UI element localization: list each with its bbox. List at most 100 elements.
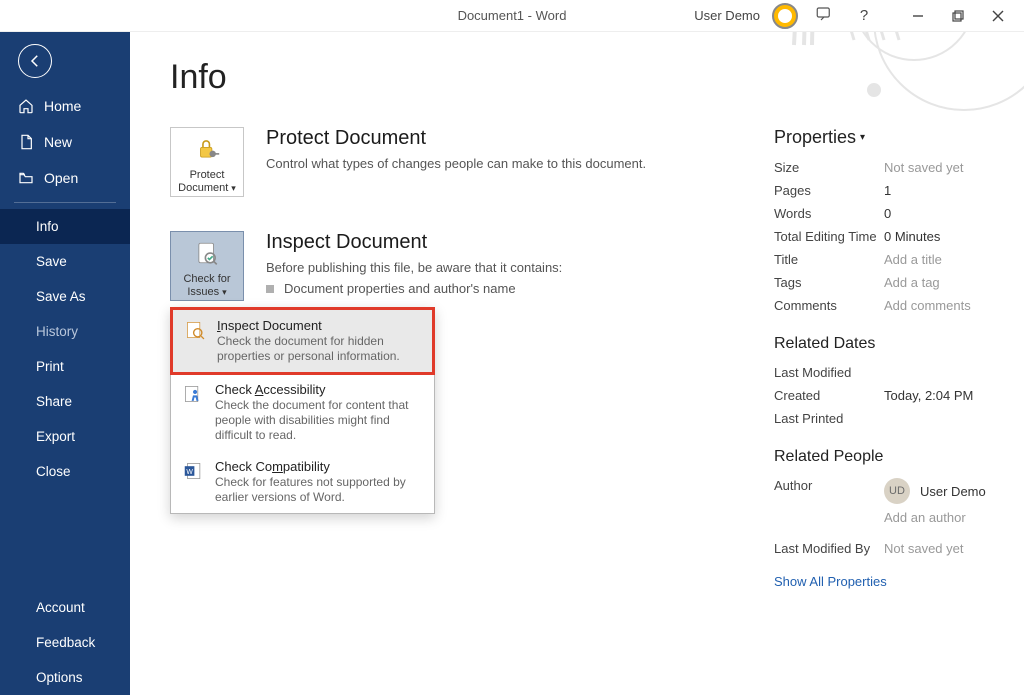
related-people-header: Related People: [774, 448, 1024, 466]
author-initials-badge: UD: [884, 478, 910, 504]
prop-value-editable[interactable]: Add comments: [884, 298, 971, 313]
protect-document-button[interactable]: Protect Document▾: [170, 127, 244, 197]
prop-value: 0 Minutes: [884, 229, 940, 244]
prop-value: Not saved yet: [884, 541, 964, 556]
prop-label: Total Editing Time: [774, 229, 884, 244]
sidebar-item-account[interactable]: Account: [0, 590, 130, 625]
prop-value: 0: [884, 206, 891, 221]
sidebar-item-label: Info: [36, 219, 59, 234]
help-icon[interactable]: ?: [850, 7, 878, 24]
backstage-sidebar: Home New Open Info Save Save As History …: [0, 32, 130, 695]
sidebar-item-feedback[interactable]: Feedback: [0, 625, 130, 660]
sidebar-item-label: Account: [36, 600, 85, 615]
tile-label: Protect Document: [178, 169, 228, 193]
sidebar-item-label: History: [36, 324, 78, 339]
chevron-down-icon: ▾: [222, 287, 227, 297]
menu-check-accessibility[interactable]: Check Accessibility Check the document f…: [171, 374, 434, 451]
user-avatar[interactable]: [772, 3, 798, 29]
sidebar-item-share[interactable]: Share: [0, 384, 130, 419]
sidebar-item-export[interactable]: Export: [0, 419, 130, 454]
prop-value-editable[interactable]: Add a title: [884, 252, 942, 267]
inspect-heading: Inspect Document: [266, 231, 730, 254]
inspect-bullet: Document properties and author's name: [266, 281, 730, 296]
sidebar-item-options[interactable]: Options: [0, 660, 130, 695]
feedback-icon[interactable]: [810, 5, 838, 26]
close-button[interactable]: [978, 2, 1018, 30]
word-doc-icon: W: [181, 459, 205, 483]
home-icon: [18, 98, 34, 114]
inspect-icon: [194, 240, 220, 269]
sidebar-item-label: Options: [36, 670, 83, 685]
svg-text:W: W: [186, 469, 193, 476]
bullet-text: Document properties and author's name: [284, 281, 516, 296]
menu-sub: Check for features not supported by earl…: [215, 475, 424, 505]
inspect-desc: Before publishing this file, be aware th…: [266, 260, 730, 275]
sidebar-item-history: History: [0, 314, 130, 349]
sidebar-item-home[interactable]: Home: [0, 88, 130, 124]
properties-header[interactable]: Properties ▾: [774, 127, 1024, 148]
related-dates-header: Related Dates: [774, 335, 1024, 353]
restore-button[interactable]: [938, 2, 978, 30]
sidebar-item-save[interactable]: Save: [0, 244, 130, 279]
sidebar-item-label: Save: [36, 254, 67, 269]
prop-label: Title: [774, 252, 884, 267]
minimize-button[interactable]: [898, 2, 938, 30]
sidebar-item-info[interactable]: Info: [0, 209, 130, 244]
sidebar-item-label: Share: [36, 394, 72, 409]
prop-label: Words: [774, 206, 884, 221]
prop-label: Pages: [774, 183, 884, 198]
chevron-down-icon: ▾: [231, 183, 236, 193]
prop-value: Today, 2:04 PM: [884, 388, 973, 403]
divider: [14, 202, 116, 203]
sidebar-item-label: Feedback: [36, 635, 95, 650]
menu-sub: Check the document for hidden properties…: [217, 334, 422, 364]
prop-label: Tags: [774, 275, 884, 290]
sidebar-item-label: Home: [44, 98, 81, 114]
sidebar-item-print[interactable]: Print: [0, 349, 130, 384]
sidebar-item-new[interactable]: New: [0, 124, 130, 160]
inspect-doc-icon: [183, 318, 207, 342]
menu-inspect-document[interactable]: Inspect Document Check the document for …: [170, 307, 435, 375]
prop-label: Last Printed: [774, 411, 884, 426]
new-doc-icon: [18, 134, 34, 150]
author-label: Author: [774, 478, 884, 525]
sidebar-item-label: Close: [36, 464, 71, 479]
show-all-properties-link[interactable]: Show All Properties: [774, 574, 1024, 589]
lock-key-icon: [193, 136, 221, 165]
accessibility-icon: [181, 382, 205, 406]
bullet-icon: [266, 285, 274, 293]
protect-desc: Control what types of changes people can…: [266, 156, 730, 171]
sidebar-item-open[interactable]: Open: [0, 160, 130, 196]
sidebar-item-save-as[interactable]: Save As: [0, 279, 130, 314]
titlebar: Document1 - Word User Demo ?: [0, 0, 1024, 32]
protect-heading: Protect Document: [266, 127, 730, 150]
properties-panel: Properties ▾ SizeNot saved yet Pages1 Wo…: [774, 127, 1024, 589]
prop-label: Created: [774, 388, 884, 403]
add-author[interactable]: Add an author: [884, 510, 986, 525]
inspect-document-section: Check for Issues▾ Inspect Document Befor…: [170, 231, 730, 301]
back-button[interactable]: [18, 44, 52, 78]
prop-value-editable[interactable]: Add a tag: [884, 275, 940, 290]
check-for-issues-button[interactable]: Check for Issues▾: [170, 231, 244, 301]
menu-sub: Check the document for content that peop…: [215, 398, 424, 443]
sidebar-item-label: Open: [44, 170, 78, 186]
folder-open-icon: [18, 170, 34, 186]
check-issues-menu: Inspect Document Check the document for …: [170, 307, 435, 514]
sidebar-item-label: Export: [36, 429, 75, 444]
chevron-down-icon: ▾: [860, 132, 865, 143]
sidebar-item-close[interactable]: Close: [0, 454, 130, 489]
prop-label: Last Modified: [774, 365, 884, 380]
prop-label: Size: [774, 160, 884, 175]
prop-label: Comments: [774, 298, 884, 313]
prop-value: 1: [884, 183, 891, 198]
author-name: User Demo: [920, 484, 986, 499]
prop-label: Last Modified By: [774, 541, 884, 556]
protect-document-section: Protect Document▾ Protect Document Contr…: [170, 127, 730, 197]
prop-value: Not saved yet: [884, 160, 964, 175]
author-entry[interactable]: UD User Demo: [884, 478, 986, 504]
menu-check-compatibility[interactable]: W Check Compatibility Check for features…: [171, 451, 434, 513]
sidebar-item-label: Print: [36, 359, 64, 374]
sidebar-item-label: New: [44, 134, 72, 150]
sidebar-item-label: Save As: [36, 289, 86, 304]
account-name[interactable]: User Demo: [694, 8, 760, 23]
